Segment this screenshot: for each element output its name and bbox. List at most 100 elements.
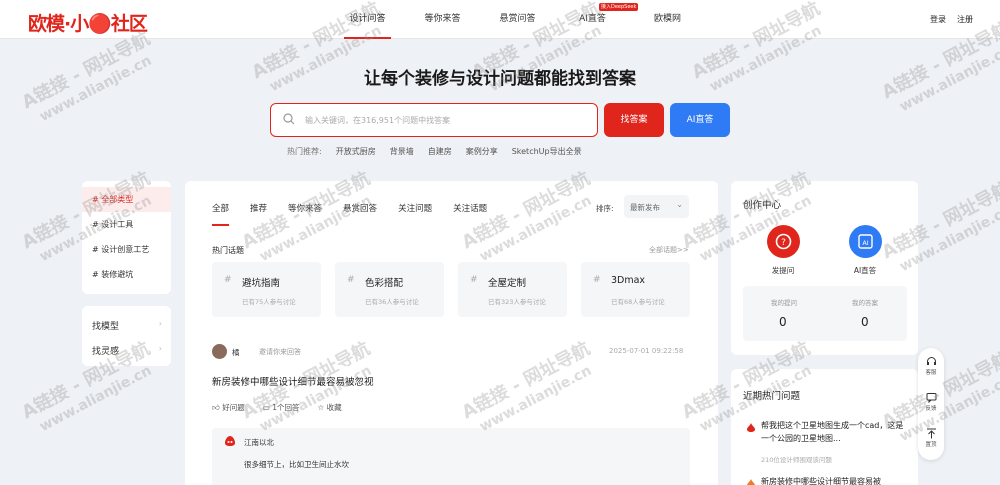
hot-label: 热门推荐: [287, 147, 322, 156]
ask-question-button[interactable]: ? [767, 225, 800, 258]
nav-oumo-site[interactable]: 欧模网 [630, 0, 705, 39]
hot-tag[interactable]: 自建房 [428, 146, 452, 157]
find-answer-button[interactable]: 找答案 [604, 103, 664, 137]
tab-bounty[interactable]: 悬赏回答 [343, 202, 377, 214]
floating-toolbar: 客服 反馈 置顶 [918, 348, 944, 460]
hot-question-item[interactable]: 新房装修中哪些设计细节最容易被 [761, 475, 907, 485]
creation-center: 创作中心 ? 发提问 AI AI直答 我的提问 0 我的答案 0 [731, 181, 918, 355]
nav-ai-answer[interactable]: AI直答 接入DeepSeek [555, 0, 639, 39]
sort-label: 排序: [596, 204, 614, 213]
fb-label: 置顶 [925, 442, 937, 448]
post-timestamp: 2025-07-01 09:22:58 [609, 347, 684, 355]
site-logo[interactable]: 欧模·小🔴社区 [28, 9, 148, 36]
hash-icon: # [593, 275, 601, 285]
category-pitfalls[interactable]: # 装修避坑 [82, 262, 171, 287]
top-header: 欧模·小🔴社区 设计问答 等你来答 悬赏问答 AI直答 接入DeepSeek 欧模… [0, 0, 1000, 39]
recent-hot-title: 近期热门问题 [743, 391, 801, 402]
category-design-craft[interactable]: # 设计创意工艺 [82, 237, 171, 262]
ask-question-label: 发提问 [771, 266, 795, 275]
good-question-button[interactable]: 👍︎ 好问题 [212, 402, 245, 413]
answer-text[interactable]: 很多细节上，比如卫生间止水坎 [244, 459, 349, 470]
sort-select[interactable]: 最新发布 ⌄ [624, 195, 689, 218]
recent-hot-questions: 近期热门问题 帮我把这个卫星地图生成一个cad，这是一个公园的卫星地图... 2… [731, 369, 918, 485]
topic-card[interactable]: # 全屋定制 已有323人参与讨论 [458, 262, 567, 317]
my-questions-label: 我的提问 [771, 299, 797, 307]
my-stats: 我的提问 0 我的答案 0 [743, 286, 907, 341]
category-all[interactable]: # 全部类型 [82, 187, 171, 212]
tab-all[interactable]: 全部 [212, 202, 230, 226]
favorite-button[interactable]: ☆ 收藏 [318, 402, 342, 413]
topic-count: 已有36人参与讨论 [365, 298, 419, 306]
creation-center-title: 创作中心 [743, 200, 782, 211]
feed-tabs: 全部 推荐 等你来答 悬赏回答 关注问题 关注话题 [212, 202, 508, 226]
thumbs-up-icon: 👍︎ [212, 403, 223, 412]
tab-followed-topics[interactable]: 关注话题 [453, 202, 487, 214]
category-design-tools[interactable]: # 设计工具 [82, 212, 171, 237]
fire-icon [747, 423, 755, 432]
nav-design-qa[interactable]: 设计问答 [330, 0, 405, 39]
topic-card[interactable]: # 避坑指南 已有75人参与讨论 [212, 262, 321, 317]
ai-answer-circle-button[interactable]: AI [849, 225, 882, 258]
link-label: 找灵感 [92, 347, 120, 357]
ai-answer-button[interactable]: AI直答 [670, 103, 730, 137]
topic-name: 色彩搭配 [365, 278, 404, 289]
action-label: 1个回答 [272, 403, 300, 412]
fire-icon [747, 479, 755, 485]
tab-waiting[interactable]: 等你来答 [288, 202, 322, 214]
question-feed: 全部 推荐 等你来答 悬赏回答 关注问题 关注话题 排序: 最新发布 ⌄ 热门话题… [185, 181, 718, 485]
topic-count: 已有323人参与讨论 [488, 298, 546, 306]
hot-tag[interactable]: 开放式厨房 [336, 146, 376, 157]
hot-recommendations: 热门推荐: 开放式厨房 背景墙 自建房 案例分享 SketchUp导出全景 [287, 146, 582, 157]
login-link[interactable]: 登录 [930, 14, 946, 25]
feedback-button[interactable]: 反馈 [918, 392, 944, 412]
fb-label: 反馈 [925, 406, 937, 412]
answers-button[interactable]: ▭ 1个回答 [263, 402, 300, 413]
chevron-down-icon: ⌄ [676, 200, 683, 209]
post-invite-text: 邀请你来回答 [259, 348, 301, 356]
watermark-line2: www.alianjie.cn [36, 362, 155, 436]
chevron-right-icon: › [158, 319, 162, 328]
svg-text:?: ? [781, 238, 786, 248]
answer-username[interactable]: 江南以北 [244, 437, 274, 448]
post-username[interactable]: 橘 [232, 347, 240, 358]
topic-card[interactable]: # 色彩搭配已有36人参与讨论 [335, 262, 444, 317]
all-topics-link[interactable]: 全部话题>> [649, 245, 689, 255]
star-icon: ☆ [317, 403, 327, 412]
nav-label: 设计问答 [349, 14, 386, 24]
post-title[interactable]: 新房装修中哪些设计细节最容易被忽视 [212, 374, 374, 388]
feedback-icon [926, 393, 936, 403]
post-actions: 👍︎ 好问题 ▭ 1个回答 ☆ 收藏 [212, 402, 342, 413]
chevron-right-icon: › [158, 344, 162, 353]
back-to-top-button[interactable]: 置顶 [918, 428, 944, 448]
search-box [270, 103, 598, 137]
tab-recommended[interactable]: 推荐 [250, 202, 267, 214]
avatar[interactable] [212, 344, 227, 359]
comment-icon: ▭ [262, 403, 273, 412]
customer-service-button[interactable]: 客服 [918, 356, 944, 376]
my-questions-count[interactable]: 0 [779, 315, 787, 329]
search-input[interactable] [305, 112, 585, 128]
hash-icon: # [470, 275, 478, 285]
nav-bounty-qa[interactable]: 悬赏问答 [480, 0, 555, 39]
my-answers-label: 我的答案 [852, 299, 878, 307]
my-answers-count[interactable]: 0 [861, 315, 869, 329]
topic-card[interactable]: #3Dmax 已有68人参与讨论 [581, 262, 690, 317]
tab-followed-questions[interactable]: 关注问题 [398, 202, 432, 214]
hot-tag[interactable]: SketchUp导出全景 [512, 146, 582, 157]
register-link[interactable]: 注册 [957, 14, 973, 25]
hot-question-item[interactable]: 帮我把这个卫星地图生成一个cad，这是一个公园的卫星地图... [761, 419, 907, 445]
side-links: 找模型 › 找灵感 › [82, 306, 171, 366]
question-icon: ? [775, 233, 792, 250]
hot-tag[interactable]: 背景墙 [390, 146, 414, 157]
hot-tag[interactable]: 案例分享 [466, 146, 498, 157]
ai-answer-label: AI直答 [853, 266, 877, 275]
headset-icon [926, 357, 936, 365]
link-label: 找模型 [92, 322, 120, 332]
search-icon [283, 113, 295, 125]
hash-icon: # [347, 275, 355, 285]
find-model-link[interactable]: 找模型 › [92, 319, 162, 332]
hot-topics-title: 热门话题 [212, 246, 244, 255]
nav-waiting-answer[interactable]: 等你来答 [405, 0, 480, 39]
topic-count: 已有75人参与讨论 [242, 298, 296, 306]
find-inspiration-link[interactable]: 找灵感 › [92, 344, 162, 357]
